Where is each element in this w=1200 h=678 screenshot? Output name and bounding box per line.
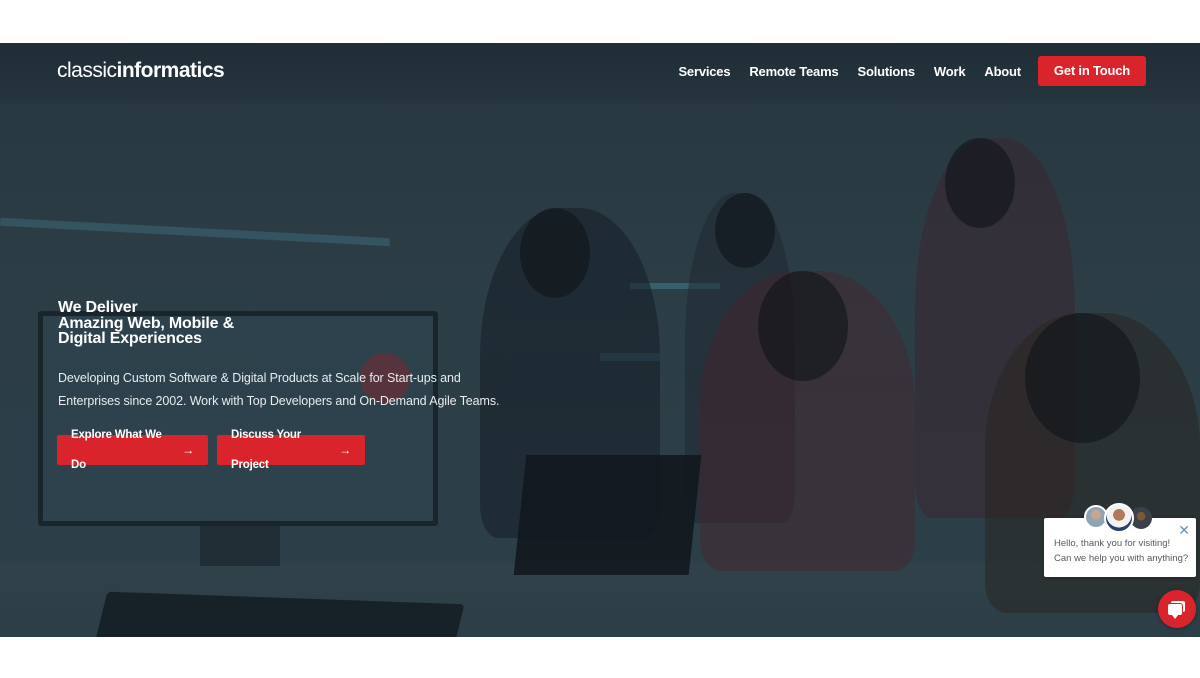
nav-item-remote-teams[interactable]: Remote Teams <box>749 64 838 79</box>
hero-subtitle-line: Enterprises since 2002. Work with Top De… <box>58 393 500 408</box>
nav-item-services[interactable]: Services <box>678 64 730 79</box>
background-photo-monitor-stand <box>200 526 280 566</box>
hero-subtitle-line: Developing Custom Software & Digital Pro… <box>58 370 461 385</box>
avatar <box>1104 503 1134 533</box>
arrow-right-icon: → <box>182 443 194 457</box>
nav-item-solutions[interactable]: Solutions <box>857 64 915 79</box>
hero-content: We Deliver Amazing Web, Mobile & Digital… <box>58 300 499 413</box>
hero-buttons: Explore What We Do → Discuss Your Projec… <box>57 429 374 471</box>
hero-headline-line: We Deliver <box>58 299 138 316</box>
close-icon[interactable]: ✕ <box>1178 523 1190 537</box>
hero-headline-line: Amazing Web, Mobile & <box>58 314 234 332</box>
explore-what-we-do-button[interactable]: Explore What We Do → <box>57 429 208 471</box>
button-label: Explore What We Do <box>71 429 162 471</box>
logo-text-light: classic <box>57 59 117 82</box>
background-photo-head <box>520 208 590 298</box>
discuss-your-project-button[interactable]: Discuss Your Project → <box>217 429 365 471</box>
page: classicinformatics Services Remote Teams… <box>0 0 1200 678</box>
chat-agent-avatars <box>1084 503 1164 533</box>
arrow-right-icon: → <box>339 443 351 457</box>
hero-headline-line: Digital Experiences <box>58 330 202 347</box>
nav-item-work[interactable]: Work <box>934 64 966 79</box>
background-photo-laptop <box>513 455 702 575</box>
nav-item-about[interactable]: About <box>984 64 1021 79</box>
background-photo-head <box>715 193 775 268</box>
chat-greeting-message: Hello, thank you for visiting! Can we he… <box>1054 538 1189 564</box>
button-label: Discuss Your Project <box>231 429 302 471</box>
background-photo-head <box>758 271 848 381</box>
chat-launcher-button[interactable] <box>1158 590 1196 628</box>
background-photo-head <box>1025 313 1140 443</box>
get-in-touch-button[interactable]: Get in Touch <box>1037 56 1146 86</box>
main-nav: Services Remote Teams Solutions Work Abo… <box>659 56 1146 86</box>
chat-bubble-tail <box>1172 615 1178 619</box>
site-header: classicinformatics Services Remote Teams… <box>0 43 1200 99</box>
logo-text-bold: informatics <box>116 59 225 82</box>
logo[interactable]: classicinformatics <box>57 59 225 83</box>
hero-subtitle: Developing Custom Software & Digital Pro… <box>58 367 499 413</box>
background-photo-head <box>945 138 1015 228</box>
hero-headline: We Deliver Amazing Web, Mobile & Digital… <box>58 300 499 347</box>
